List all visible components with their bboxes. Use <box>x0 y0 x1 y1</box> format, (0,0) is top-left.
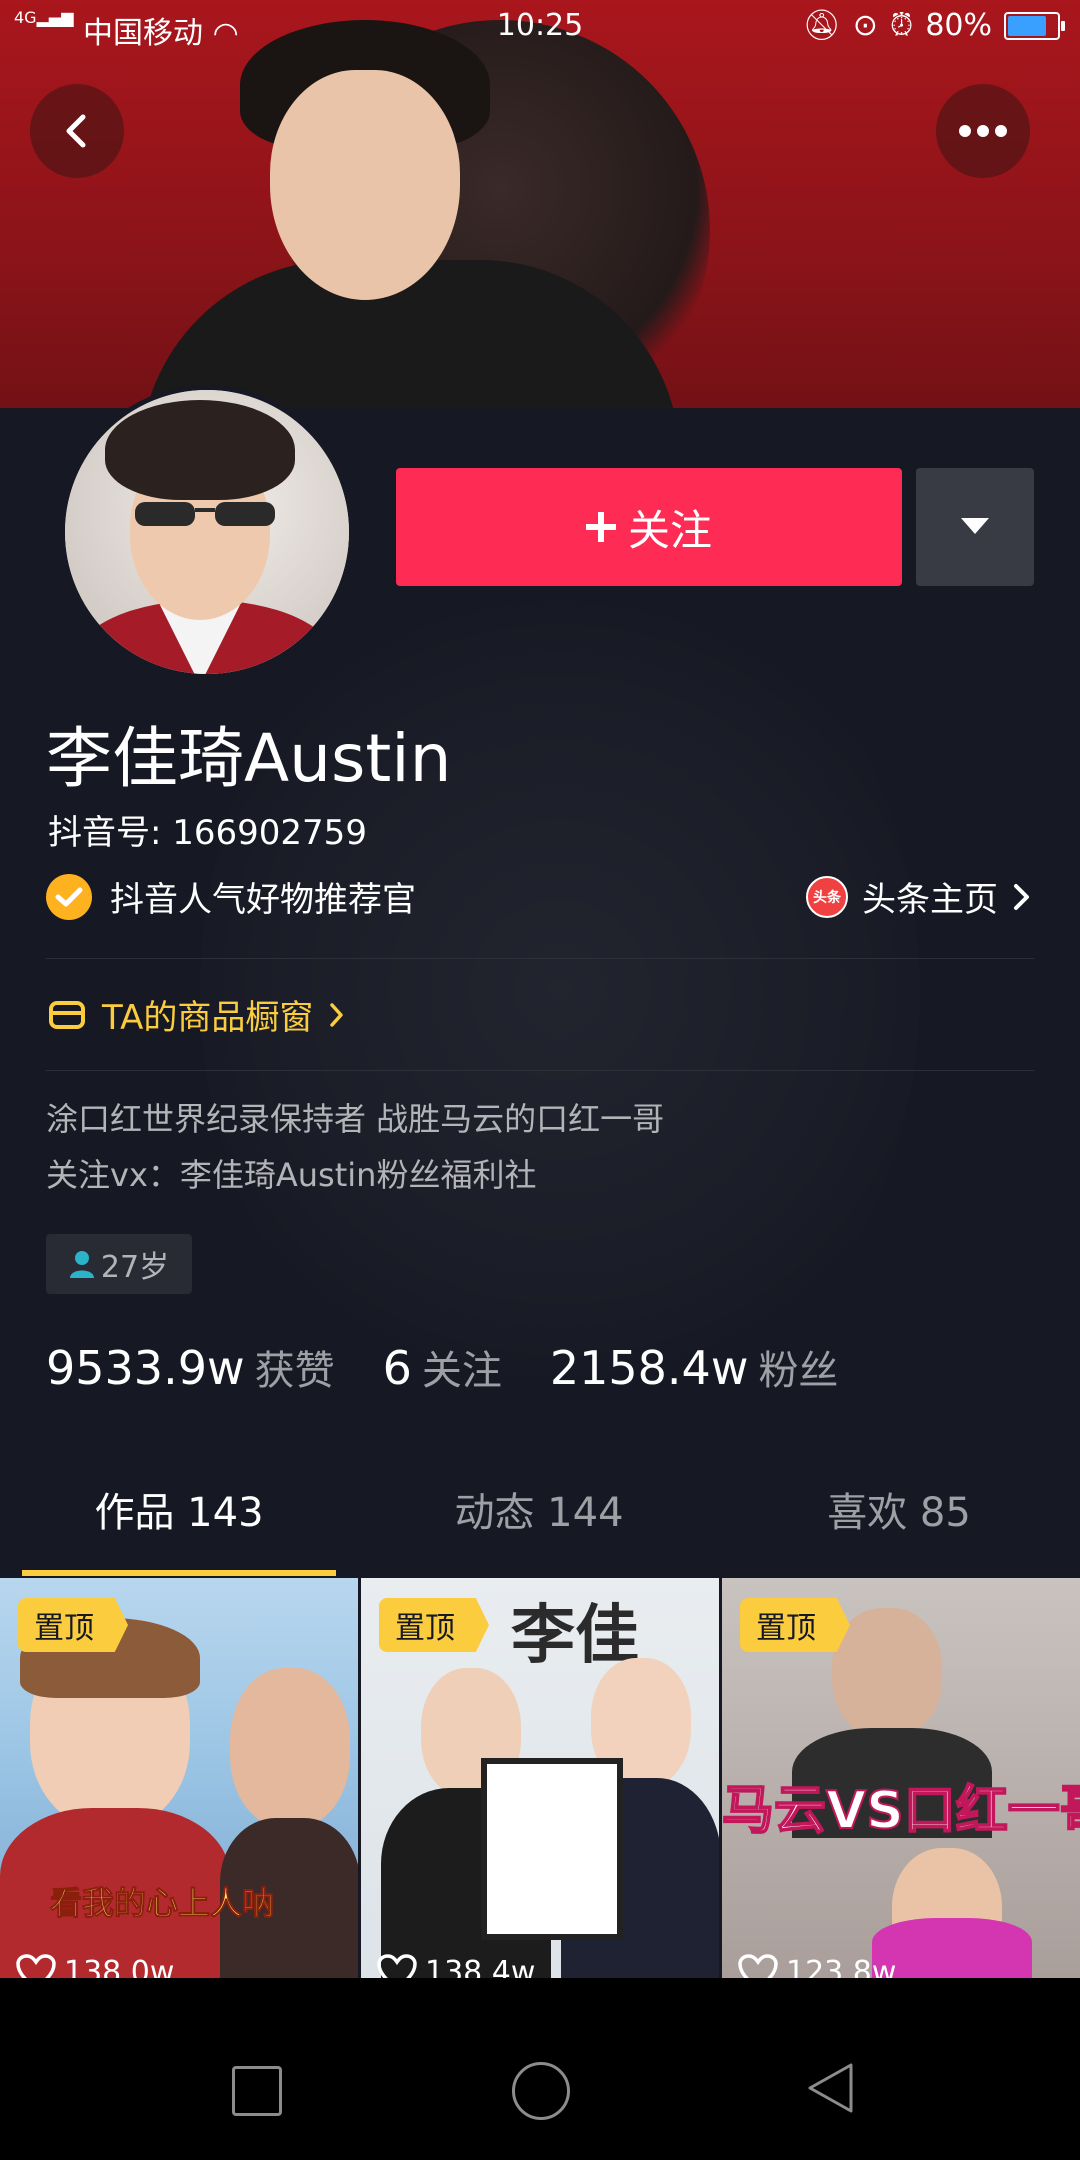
tab-likes[interactable]: 喜欢 85 <box>742 1480 1056 1538</box>
follow-label: 关注 <box>627 505 712 555</box>
video-caption: 看我的心上人呐 <box>49 1884 275 1923</box>
following-count[interactable]: 6 <box>383 1341 412 1395</box>
back-nav-button[interactable] <box>806 2062 856 2114</box>
follow-button[interactable]: 关注 <box>396 468 902 586</box>
home-button[interactable] <box>512 2062 570 2120</box>
heart-icon <box>738 1954 778 1978</box>
verification-row: 抖音人气好物推荐官 <box>46 872 416 921</box>
more-button[interactable] <box>936 84 1030 178</box>
product-showcase-link[interactable]: TA的商品橱窗 <box>48 990 345 1039</box>
system-navigation-bar <box>0 1978 1080 2160</box>
bio-line: 涂口红世界纪录保持者 战胜马云的口红一哥 <box>46 1100 665 1138</box>
battery-icon <box>1004 11 1065 40</box>
likes-count: 9533.9w <box>46 1341 245 1395</box>
toutiao-homepage-link[interactable]: 头条 头条主页 <box>806 872 1032 921</box>
battery-percent: 80% <box>925 8 992 43</box>
toutiao-label: 头条主页 <box>862 880 998 920</box>
avatar[interactable] <box>60 385 354 679</box>
tab-moments[interactable]: 动态 144 <box>382 1480 696 1538</box>
chevron-right-icon <box>1014 883 1029 910</box>
heart-icon <box>16 1954 56 1978</box>
recommend-dropdown-button[interactable] <box>916 468 1034 586</box>
back-button[interactable] <box>30 84 124 178</box>
pinned-badge: 置顶 <box>379 1598 489 1652</box>
age-tag: 27岁 <box>46 1234 192 1294</box>
lock-icon: ⊙ <box>852 8 878 43</box>
video-caption: 马云VS口红一哥 <box>722 1780 1080 1842</box>
video-thumbnail[interactable]: 李佳 置顶 138.4w <box>361 1578 719 1978</box>
video-likes: 123.8w <box>738 1954 896 1978</box>
chevron-right-icon <box>330 1002 344 1027</box>
divider <box>46 1070 1034 1071</box>
tab-indicator <box>22 1570 336 1576</box>
verified-icon <box>46 873 92 920</box>
more-icon <box>959 125 1007 137</box>
pinned-badge: 置顶 <box>18 1598 128 1652</box>
cover-photo[interactable] <box>0 0 1080 408</box>
shop-icon <box>49 1000 85 1029</box>
status-bar: 4G▂▄▆ 中国移动 ◠ 10:25 🔕︎ ⊙ ⏰︎ 80% <box>0 0 1080 52</box>
toutiao-icon: 头条 <box>806 875 848 918</box>
recents-button[interactable] <box>232 2066 282 2116</box>
divider <box>46 958 1034 959</box>
video-likes: 138.0w <box>16 1954 174 1978</box>
douyin-id: 抖音号: 166902759 <box>48 813 367 853</box>
alarm-icon: ⏰︎ <box>889 8 914 43</box>
likes-label: 获赞 <box>254 1348 335 1394</box>
pinned-badge: 置顶 <box>740 1598 850 1652</box>
following-label[interactable]: 关注 <box>422 1338 502 1396</box>
stats-row: 9533.9w 获赞 6 关注 2158.4w 粉丝 <box>46 1338 886 1396</box>
profile-name: 李佳琦Austin <box>46 720 452 797</box>
bio-line: 关注vx：李佳琦Austin粉丝福利社 <box>46 1156 537 1194</box>
verification-text: 抖音人气好物推荐官 <box>110 880 416 920</box>
mute-icon: 🔕︎ <box>802 8 841 43</box>
chevron-left-icon <box>66 114 86 148</box>
shop-label: TA的商品橱窗 <box>102 998 314 1038</box>
followers-label[interactable]: 粉丝 <box>758 1338 838 1396</box>
triangle-down-icon <box>961 518 989 534</box>
plus-icon <box>585 512 616 542</box>
video-thumbnail[interactable]: 马云VS口红一哥 置顶 123.8w <box>722 1578 1080 1978</box>
video-likes: 138.4w <box>377 1954 535 1978</box>
followers-count[interactable]: 2158.4w <box>550 1341 749 1395</box>
video-thumbnail[interactable]: 看我的心上人呐 置顶 138.0w <box>0 1578 358 1978</box>
heart-icon <box>377 1954 417 1978</box>
person-icon <box>69 1251 94 1278</box>
tab-works[interactable]: 作品 143 <box>22 1480 336 1538</box>
